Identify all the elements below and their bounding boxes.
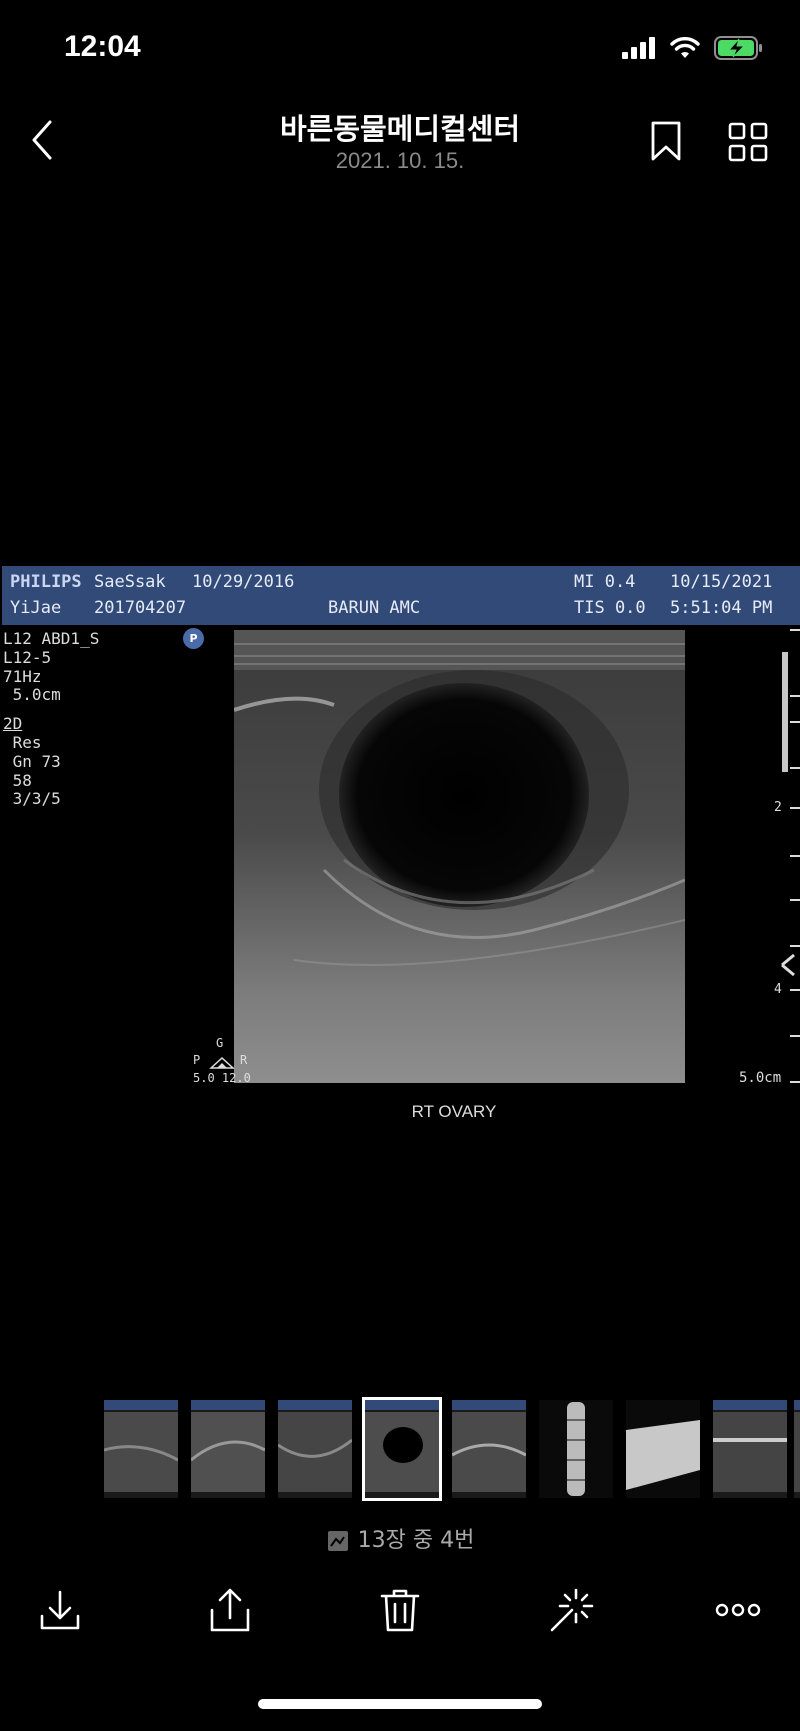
preset-label: L12 ABD1_S: [3, 629, 100, 648]
probe-label: L12-5: [3, 647, 52, 667]
institution: BARUN AMC: [328, 598, 421, 618]
thumbnail-6[interactable]: [539, 1400, 613, 1498]
exam-date: 10/15/2021: [670, 572, 773, 592]
wifi-icon: [670, 37, 700, 58]
thumbnail-strip[interactable]: [104, 1397, 800, 1501]
thumbnail-1[interactable]: [104, 1400, 178, 1498]
thumbnail-2[interactable]: [191, 1400, 265, 1498]
probe-values: 5.0 12.0: [193, 1071, 251, 1085]
patient-id: 201704207: [94, 598, 187, 618]
probe-r-mark: R: [240, 1053, 248, 1067]
frame-rate: 71Hz: [3, 666, 42, 686]
ultrasound-header-bar: PHILIPS SaeSsak 10/29/2016 MI 0.4 10/15/…: [2, 566, 800, 625]
ultrasound-image[interactable]: [234, 630, 685, 1083]
birth-date: 10/29/2016: [192, 572, 295, 592]
probe-triangle-icon: [209, 1057, 235, 1069]
depth-scale: [782, 629, 800, 1083]
mode-label: 2D: [3, 714, 23, 734]
focus-marker-icon: [781, 953, 795, 977]
image-caption: RT OVARY: [411, 1102, 497, 1121]
gain-label: Gn 73: [3, 751, 61, 771]
scale-mark-2: 2: [774, 800, 782, 815]
probe-orientation-badge: P: [183, 628, 204, 649]
depth-setting: 5.0cm: [3, 685, 61, 705]
setting-value: 58: [3, 770, 32, 790]
probe-g-mark: G: [216, 1036, 224, 1050]
ultrasound-settings-panel: L12 ABD1_S L12-5 71Hz 5.0cm 2D Res Gn 73 58…: [3, 629, 100, 809]
thumbnail-9[interactable]: [794, 1400, 800, 1498]
photo-stack-icon: [327, 1531, 348, 1551]
signal-icon: [622, 37, 655, 59]
image-counter-text: 13장 중 4번: [357, 1528, 475, 1553]
operator-name: YiJae: [10, 598, 62, 618]
share-icon[interactable]: [206, 1586, 254, 1634]
tis-value: TIS 0.0: [574, 598, 646, 618]
brand-label: PHILIPS: [10, 572, 82, 592]
patient-name: SaeSsak: [94, 572, 166, 592]
download-icon[interactable]: [36, 1586, 84, 1634]
magic-wand-icon[interactable]: [546, 1586, 594, 1634]
res-label: Res: [3, 732, 42, 752]
grid-view-icon[interactable]: [728, 122, 768, 162]
status-time: 12:04: [64, 30, 141, 63]
exam-time: 5:51:04 PM: [670, 598, 773, 618]
more-icon[interactable]: [714, 1586, 762, 1634]
trash-icon[interactable]: [376, 1586, 424, 1634]
battery-charging-icon: [714, 36, 762, 60]
bookmark-icon[interactable]: [648, 120, 684, 162]
image-counter: 13장 중 4번: [0, 1522, 800, 1554]
thumbnail-3[interactable]: [278, 1400, 352, 1498]
mi-value: MI 0.4: [574, 572, 636, 592]
thumbnail-4-selected[interactable]: [362, 1397, 442, 1501]
probe-p-mark: P: [193, 1053, 201, 1067]
status-icons: [622, 36, 764, 60]
home-indicator[interactable]: [258, 1699, 542, 1709]
thumbnail-8[interactable]: [713, 1400, 787, 1498]
thumbnail-7[interactable]: [626, 1400, 700, 1498]
thumbnail-5[interactable]: [452, 1400, 526, 1498]
scale-mark-4: 4: [774, 982, 782, 997]
depth-label: 5.0cm: [739, 1070, 782, 1086]
ultrasound-scan-graphic: [234, 630, 685, 1083]
setting-ratio: 3/3/5: [3, 789, 61, 809]
